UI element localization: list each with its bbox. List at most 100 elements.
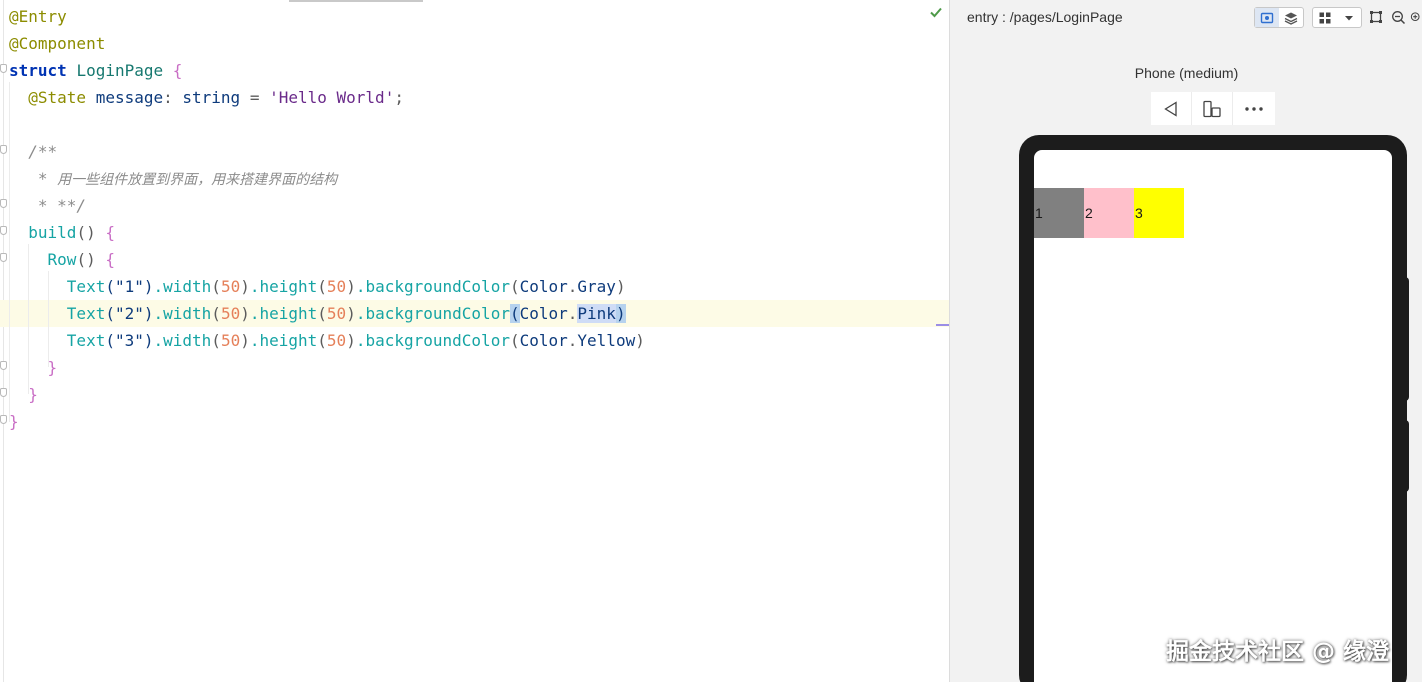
fold-marker-icon[interactable] xyxy=(0,415,7,424)
code-line[interactable]: * 用一些组件放置到界面，用来搭建界面的结构 xyxy=(0,165,949,192)
check-icon xyxy=(930,7,942,18)
code-token: ) xyxy=(240,331,250,350)
code-line-text: * 用一些组件放置到界面，用来搭建界面的结构 xyxy=(9,168,337,191)
watermark: 掘金技术社区 @ 缘澄 xyxy=(1166,639,1390,665)
fold-marker-icon[interactable] xyxy=(0,199,7,208)
code-token: Row xyxy=(9,250,77,269)
code-token: message xyxy=(86,88,164,107)
indent-guide xyxy=(9,82,10,422)
code-token: .width xyxy=(153,331,212,350)
code-token: Pink xyxy=(577,304,616,323)
code-token: ) xyxy=(346,277,356,296)
phone-side-button xyxy=(1403,420,1409,492)
code-line[interactable]: @State message: string = 'Hello World'; xyxy=(0,84,949,111)
code-token: ) xyxy=(240,304,250,323)
indent-guide xyxy=(28,244,29,394)
code-token: 50 xyxy=(326,277,347,296)
zoom-out-icon[interactable] xyxy=(1390,9,1406,25)
code-token: ( xyxy=(509,304,520,323)
fold-marker-icon[interactable] xyxy=(0,226,7,235)
code-token: .backgroundColor xyxy=(355,277,510,296)
code-token: Color xyxy=(519,331,568,350)
crop-icon[interactable] xyxy=(1368,9,1384,25)
code-token: .height xyxy=(249,331,318,350)
code-line[interactable]: struct LoginPage { xyxy=(0,57,949,84)
rotate-device-icon[interactable] xyxy=(1192,92,1233,125)
code-token: { xyxy=(95,250,115,269)
editor-tab-indicator xyxy=(289,0,423,2)
code-line[interactable]: Text("2").width(50).height(50).backgroun… xyxy=(0,300,949,327)
code-line[interactable]: } xyxy=(0,381,949,408)
fold-marker-icon[interactable] xyxy=(0,64,7,73)
code-line[interactable]: @Component xyxy=(0,30,949,57)
inspector-icon[interactable] xyxy=(1255,8,1279,27)
zoom-in-icon[interactable] xyxy=(1410,9,1422,25)
code-token: } xyxy=(9,385,38,404)
code-token: .backgroundColor xyxy=(355,331,510,350)
code-token: @State xyxy=(9,88,87,107)
code-token: ) xyxy=(346,331,356,350)
code-token: ("3") xyxy=(105,331,154,350)
code-line[interactable] xyxy=(0,111,949,138)
code-token: Text xyxy=(9,304,106,323)
fold-marker-icon[interactable] xyxy=(0,361,7,370)
more-icon[interactable] xyxy=(1233,92,1274,125)
code-line[interactable]: /** xyxy=(0,138,949,165)
code-line[interactable]: } xyxy=(0,354,949,381)
code-line[interactable]: Row() { xyxy=(0,246,949,273)
code-line[interactable]: } xyxy=(0,408,949,435)
code-token: ( xyxy=(211,304,221,323)
back-triangle-icon[interactable] xyxy=(1151,92,1192,125)
code-editor[interactable]: @Entry @Component struct LoginPage { @Stat… xyxy=(0,0,949,682)
code-token: Color xyxy=(519,277,568,296)
device-name[interactable]: Phone (medium) xyxy=(950,65,1422,81)
phone-side-button xyxy=(1403,277,1409,401)
code-token: ("2") xyxy=(105,304,154,323)
code-token: ( xyxy=(317,277,327,296)
device-control-bar xyxy=(1151,92,1275,125)
code-token: build xyxy=(9,223,77,242)
code-token: Yellow xyxy=(577,331,636,350)
previewer-panel: entry : /pages/LoginPage Phone (medium) … xyxy=(949,0,1422,682)
code-token: } xyxy=(9,358,58,377)
previewer-header: entry : /pages/LoginPage xyxy=(950,0,1422,34)
phone-screen[interactable]: 1 2 3 xyxy=(1034,150,1392,682)
code-token: ) xyxy=(615,304,626,323)
code-token: @Component xyxy=(9,34,106,53)
code-line-text: } xyxy=(9,384,38,405)
code-token: Text xyxy=(9,331,106,350)
dropdown-icon[interactable] xyxy=(1337,8,1361,27)
code-line[interactable]: build() { xyxy=(0,219,949,246)
code-token: .backgroundColor xyxy=(355,304,510,323)
code-token: ; xyxy=(394,88,404,107)
fold-marker-icon[interactable] xyxy=(0,145,7,154)
row-box-1: 1 xyxy=(1034,188,1084,238)
code-token: string xyxy=(182,88,241,107)
code-token: . xyxy=(567,277,578,296)
code-token: .height xyxy=(249,277,318,296)
code-token: 50 xyxy=(220,277,241,296)
code-line[interactable]: * **/ xyxy=(0,192,949,219)
code-token: .width xyxy=(153,277,212,296)
code-line[interactable]: Text("1").width(50).height(50).backgroun… xyxy=(0,273,949,300)
code-line-text: build() { xyxy=(9,222,115,243)
layers-icon[interactable] xyxy=(1279,8,1303,27)
code-token: ("1") xyxy=(105,277,154,296)
code-token: ( xyxy=(317,331,327,350)
grid-icon[interactable] xyxy=(1313,8,1337,27)
code-line[interactable]: Text("3").width(50).height(50).backgroun… xyxy=(0,327,949,354)
inspector-toggle-group xyxy=(1254,7,1304,28)
code-token: ( xyxy=(211,277,221,296)
code-token: : xyxy=(163,88,183,107)
code-token: Color xyxy=(519,304,568,323)
route-label: entry : /pages/LoginPage xyxy=(967,9,1123,25)
code-line-text: Row() { xyxy=(9,249,115,270)
fold-marker-icon[interactable] xyxy=(0,253,7,262)
fold-marker-icon[interactable] xyxy=(0,388,7,397)
code-token: Text xyxy=(9,277,106,296)
code-line[interactable]: @Entry xyxy=(0,3,949,30)
code-token: LoginPage xyxy=(76,61,164,80)
code-token: ( xyxy=(509,331,520,350)
code-token: { xyxy=(95,223,115,242)
